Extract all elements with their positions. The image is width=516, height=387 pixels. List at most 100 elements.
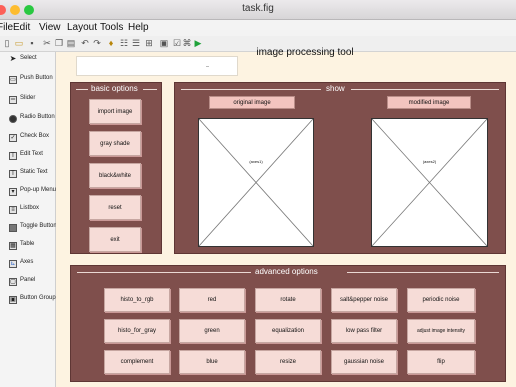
menu-edit[interactable]: Edit — [13, 22, 30, 33]
original-image-axes[interactable]: (axes1) — [198, 118, 314, 247]
palette-toggle-button[interactable]: Toggle Button — [4, 221, 57, 237]
menu-editor-icon[interactable]: ☑ — [172, 38, 182, 49]
red-button[interactable]: red — [179, 288, 245, 312]
palette-push-button[interactable]: ▭ Push Button — [4, 73, 56, 89]
rotate-button[interactable]: rotate — [255, 288, 321, 312]
redo-icon[interactable]: ↷ — [92, 38, 102, 49]
panel-border-line — [77, 272, 251, 273]
toggle-button-icon — [9, 224, 17, 232]
run-icon[interactable]: ▶ — [193, 38, 203, 49]
equalization-button[interactable]: equalization — [255, 319, 321, 343]
flip-button[interactable]: flip — [407, 350, 475, 374]
axes-icon: ⊾ — [9, 260, 17, 268]
show-panel[interactable]: show original image modified image (axes… — [174, 82, 506, 254]
palette-label: Radio Button — [20, 114, 55, 120]
text-cursor-mark — [206, 66, 209, 67]
palette-button-group[interactable]: ▣ Button Group — [4, 293, 56, 309]
popup-menu-icon: ▾ — [9, 188, 17, 196]
panel-border-line — [76, 89, 88, 90]
salt-pepper-noise-button[interactable]: salt&pepper noise — [331, 288, 397, 312]
palette-label: Edit Text — [20, 151, 43, 157]
panel-icon: ▢ — [9, 278, 17, 286]
push-button-icon: ▭ — [9, 76, 17, 84]
layout-canvas[interactable]: image processing tool basic options impo… — [56, 47, 516, 387]
axes2-placeholder: (axes2) — [422, 159, 437, 164]
palette-label: Check Box — [20, 133, 50, 139]
blue-button[interactable]: blue — [179, 350, 245, 374]
resize-button[interactable]: resize — [255, 350, 321, 374]
palette-slider[interactable]: ═ Slider — [4, 93, 56, 109]
menu-tools[interactable]: Tools — [100, 22, 123, 33]
basic-options-title: basic options — [91, 84, 138, 93]
app-title: image processing tool — [256, 47, 354, 58]
menu-help[interactable]: Help — [128, 22, 149, 33]
basic-options-panel[interactable]: basic options import image gray shade bl… — [70, 82, 162, 254]
adjust-image-intensity-button[interactable]: adjust image intensity — [407, 319, 475, 343]
table-icon: ▦ — [9, 242, 17, 250]
black-white-button[interactable]: black&white — [89, 163, 141, 188]
property-inspector-icon[interactable]: ⊞ — [144, 38, 154, 49]
palette-label: Pop-up Menu — [20, 187, 57, 193]
palette-radio-button[interactable]: Radio Button — [4, 112, 56, 128]
low-pass-filter-button[interactable]: low pass filter — [331, 319, 397, 343]
reset-button[interactable]: reset — [89, 195, 141, 220]
panel-border-line — [347, 272, 499, 273]
palette-label: Axes — [20, 259, 34, 265]
top-text-field[interactable] — [76, 56, 238, 76]
advanced-options-panel[interactable]: advanced options histo_to_rgb red rotate… — [70, 265, 506, 382]
static-text-icon: T — [9, 170, 17, 178]
palette-axes[interactable]: ⊾ Axes — [4, 257, 56, 273]
menu-view[interactable]: View — [39, 22, 61, 33]
gaussian-noise-button[interactable]: gaussian noise — [331, 350, 397, 374]
histo-for-gray-button[interactable]: histo_for_gray — [104, 319, 170, 343]
listbox-icon: ≡ — [9, 206, 17, 214]
panel-border-line — [351, 89, 499, 90]
palette-select[interactable]: ➤ Select — [4, 53, 56, 69]
original-image-label: original image — [209, 96, 295, 109]
palette-panel[interactable]: ▢ Panel — [4, 275, 56, 291]
palette-static-text[interactable]: T Static Text — [4, 167, 56, 183]
paste-icon[interactable]: ▤ — [66, 38, 76, 49]
import-image-button[interactable]: import image — [89, 99, 141, 124]
menu-tree-icon[interactable]: ⌘ — [182, 38, 192, 49]
modified-image-label: modified image — [387, 96, 471, 109]
save-icon[interactable]: ▪ — [27, 38, 37, 49]
open-icon[interactable]: ▭ — [14, 38, 24, 49]
palette-label: Toggle Button — [20, 223, 57, 229]
window-title-bar: task.fig — [0, 0, 516, 20]
object-browser-icon[interactable]: ▣ — [159, 38, 169, 49]
menu-bar: File Edit View Layout Tools Help — [0, 20, 516, 36]
advanced-options-title: advanced options — [255, 267, 318, 276]
button-group-icon: ▣ — [9, 296, 17, 304]
modified-image-axes[interactable]: (axes2) — [371, 118, 488, 247]
panel-border-line — [143, 89, 157, 90]
editor-icon[interactable]: ☰ — [131, 38, 141, 49]
palette-listbox[interactable]: ≡ Listbox — [4, 203, 56, 219]
menu-layout[interactable]: Layout — [67, 22, 97, 33]
copy-icon[interactable]: ❐ — [54, 38, 64, 49]
histo-to-rgb-button[interactable]: histo_to_rgb — [104, 288, 170, 312]
palette-table[interactable]: ▦ Table — [4, 239, 56, 255]
undo-icon[interactable]: ↶ — [80, 38, 90, 49]
palette-popup-menu[interactable]: ▾ Pop-up Menu — [4, 185, 56, 201]
tab-order-icon[interactable]: ☷ — [119, 38, 129, 49]
window-title: task.fig — [242, 3, 274, 14]
complement-button[interactable]: complement — [104, 350, 170, 374]
exit-button[interactable]: exit — [89, 227, 141, 252]
menu-file[interactable]: File — [0, 22, 13, 33]
new-icon[interactable]: ▯ — [2, 38, 12, 49]
palette-check-box[interactable]: ✓ Check Box — [4, 131, 56, 147]
align-icon[interactable]: ♦ — [106, 38, 116, 49]
radio-button-icon — [9, 115, 17, 123]
gray-shade-button[interactable]: gray shade — [89, 131, 141, 156]
palette-label: Listbox — [20, 205, 40, 211]
palette-label: Panel — [20, 277, 36, 283]
palette-label: Slider — [20, 95, 36, 101]
cut-icon[interactable]: ✂ — [42, 38, 52, 49]
palette-edit-text[interactable]: T Edit Text — [4, 149, 56, 165]
green-button[interactable]: green — [179, 319, 245, 343]
periodic-noise-button[interactable]: periodic noise — [407, 288, 475, 312]
pointer-icon: ➤ — [9, 54, 17, 63]
component-palette: ➤ Select ▭ Push Button ═ Slider Radio Bu… — [0, 52, 57, 387]
slider-icon: ═ — [9, 96, 17, 104]
